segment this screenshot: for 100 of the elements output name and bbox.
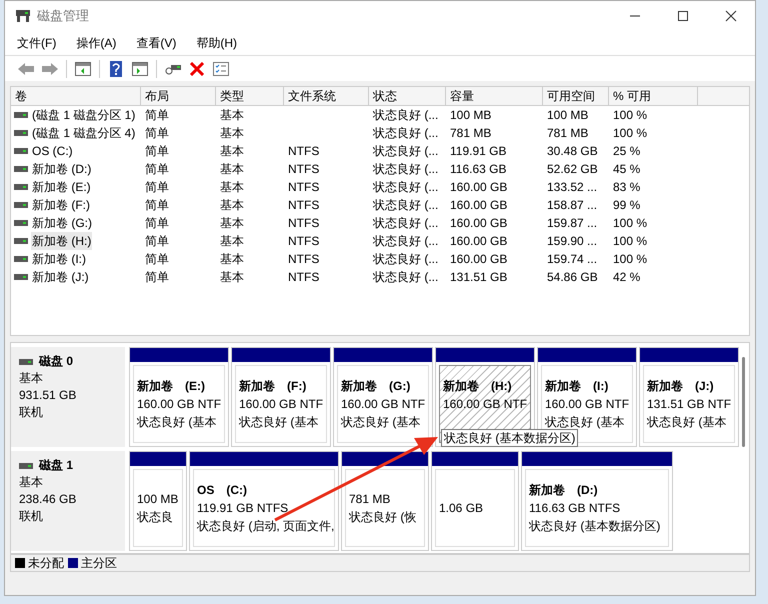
- disk-name: 磁盘 0: [39, 353, 74, 370]
- table-cell-text: 简单: [144, 233, 170, 250]
- table-cell-text: 100 %: [612, 251, 648, 268]
- table-cell-text: 状态良好 (...: [372, 215, 440, 232]
- disk-size: 238.46 GB: [19, 491, 78, 508]
- partition-size: 131.51 GB NTF: [647, 396, 731, 413]
- partition-name: 新加卷 (H:): [443, 378, 513, 395]
- table-cell-text: 状态良好 (...: [372, 125, 440, 142]
- partition-status: 状态良: [137, 509, 174, 526]
- table-cell-text: 116.63 GB: [449, 161, 508, 178]
- table-cell-text: 简单: [144, 107, 170, 124]
- table-cell-text: NTFS: [287, 143, 320, 160]
- partition-name: 新加卷 (D:): [529, 482, 599, 499]
- table-cell-text: 基本: [219, 215, 245, 232]
- partition-name: OS (C:): [197, 482, 248, 499]
- table-cell-text: NTFS: [287, 197, 320, 214]
- table-cell-text: 45 %: [612, 161, 642, 178]
- table-cell-text: 简单: [144, 251, 170, 268]
- table-cell-text: NTFS: [287, 179, 320, 196]
- table-cell-text: 119.91 GB: [449, 143, 508, 160]
- disk-type: 基本: [19, 370, 44, 387]
- disk-size: 931.51 GB: [19, 387, 78, 404]
- table-cell-text: 159.87 ...: [546, 215, 598, 232]
- partition-size: 160.00 GB NTF: [341, 396, 425, 413]
- table-cell-text: 25 %: [612, 143, 642, 160]
- table-cell-text: 状态良好 (...: [372, 197, 440, 214]
- table-cell-text: 781 MB: [546, 125, 590, 142]
- partition-size: 116.63 GB NTFS: [529, 500, 622, 517]
- table-cell-text: 160.00 GB: [449, 233, 508, 250]
- table-cell-text: NTFS: [287, 251, 320, 268]
- disk-name: 磁盘 1: [39, 457, 74, 474]
- table-cell-text: 简单: [144, 215, 170, 232]
- table-cell-text: 100 %: [612, 125, 648, 142]
- table-cell-text: 基本: [219, 269, 245, 286]
- partition-size: 160.00 GB NTF: [443, 396, 527, 413]
- table-cell-text: NTFS: [287, 215, 320, 232]
- table-cell-text: 简单: [144, 125, 170, 142]
- table-cell-text: 状态良好 (...: [372, 143, 440, 160]
- table-cell-text: 状态良好 (...: [372, 107, 440, 124]
- table-cell-text: 160.00 GB: [449, 251, 508, 268]
- table-cell-text: 基本: [219, 197, 245, 214]
- disk-status: 联机: [19, 404, 44, 421]
- table-cell-text: 159.90 ...: [546, 233, 598, 250]
- partition-status: 状态良好 (基本: [545, 414, 626, 431]
- table-cell-text: 83 %: [612, 179, 642, 196]
- table-cell-text: 158.87 ...: [546, 197, 598, 214]
- partition-status: 状态良好 (基本: [341, 414, 422, 431]
- table-cell-text: 30.48 GB: [546, 143, 599, 160]
- table-cell-text: 基本: [219, 179, 245, 196]
- partition-status: 状态良好 (启动, 页面文件,: [197, 518, 331, 535]
- table-cell-text: 状态良好 (...: [372, 251, 440, 268]
- tooltip: 状态良好 (基本数据分区): [441, 429, 578, 447]
- partition-size: 160.00 GB NTF: [239, 396, 323, 413]
- table-cell-text: 160.00 GB: [449, 179, 508, 196]
- legend-label: 主分区: [81, 555, 117, 572]
- table-cell-text: 100 %: [612, 107, 648, 124]
- table-cell-text: 状态良好 (...: [372, 161, 440, 178]
- partition-status: 状态良好 (基本: [239, 414, 320, 431]
- table-cell-text: 简单: [144, 143, 170, 160]
- table-cell-text: 99 %: [612, 197, 642, 214]
- partition-name: 新加卷 (J:): [647, 378, 715, 395]
- table-cell-text: 42 %: [612, 269, 642, 286]
- table-cell-text: 52.62 GB: [546, 161, 599, 178]
- partition-name: 新加卷 (F:): [239, 378, 308, 395]
- partition-size: 119.91 GB NTFS: [197, 500, 290, 517]
- table-cell-text: 133.52 ...: [546, 179, 598, 196]
- disk-status: 联机: [19, 508, 44, 525]
- table-cell-text: NTFS: [287, 233, 320, 250]
- table-cell-text: 状态良好 (...: [372, 179, 440, 196]
- table-cell-text: 简单: [144, 161, 170, 178]
- table-cell-text: 781 MB: [449, 125, 492, 142]
- partition-size: 160.00 GB NTF: [545, 396, 629, 413]
- table-cell-text: 简单: [144, 269, 170, 286]
- table-cell-text: 基本: [219, 107, 245, 124]
- partition-size: 160.00 GB NTF: [137, 396, 221, 413]
- table-cell-text: 100 %: [612, 215, 648, 232]
- table-cell-text: 160.00 GB: [449, 215, 508, 232]
- partition-size: 781 MB: [349, 491, 392, 508]
- legend-label: 未分配: [28, 555, 64, 572]
- disk-type: 基本: [19, 474, 44, 491]
- partition-name: 新加卷 (G:): [341, 378, 412, 395]
- table-cell-text: NTFS: [287, 269, 320, 286]
- partition-size: 1.06 GB: [439, 500, 484, 517]
- table-cell-text: NTFS: [287, 161, 320, 178]
- table-cell-text: 160.00 GB: [449, 197, 508, 214]
- table-cell-text: 状态良好 (...: [372, 233, 440, 250]
- partition-name: 新加卷 (I:): [545, 378, 610, 395]
- table-cell-text: 基本: [219, 143, 245, 160]
- partition-status: 状态良好 (基本数据分区): [529, 518, 662, 535]
- table-cell-text: 100 MB: [449, 107, 492, 124]
- partition-status: 状态良好 (基本: [647, 414, 728, 431]
- table-cell-text: 状态良好 (...: [372, 269, 440, 286]
- table-cell-text: 简单: [144, 197, 170, 214]
- table-cell-text: 100 %: [612, 233, 648, 250]
- table-cell-text: 131.51 GB: [449, 269, 508, 286]
- partition-status: 状态良好 (基本: [137, 414, 218, 431]
- window-title: 磁盘管理: [37, 7, 89, 26]
- table-cell-text: 基本: [219, 233, 245, 250]
- table-cell-text: 54.86 GB: [546, 269, 599, 286]
- partition-status: 状态良好 (恢: [349, 509, 418, 526]
